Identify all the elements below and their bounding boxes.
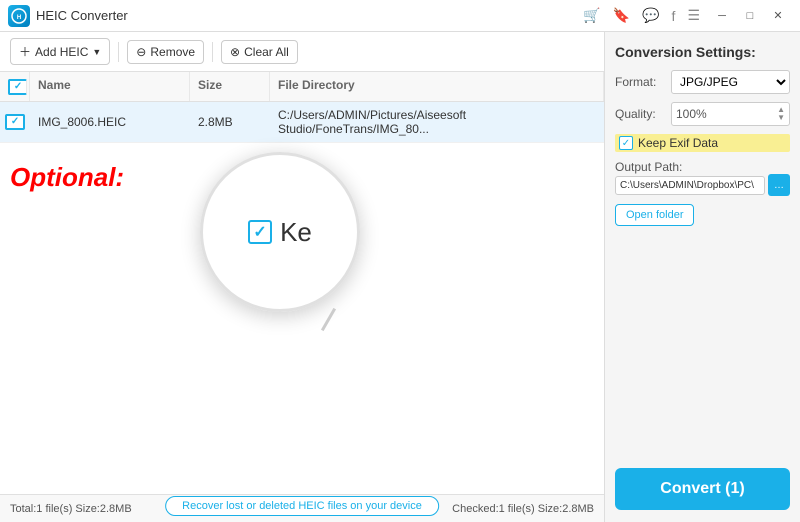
clear-label: Clear All	[244, 45, 289, 59]
toolbar-separator-2	[212, 42, 213, 62]
quality-input: 100% ▲ ▼	[671, 102, 790, 126]
menu-icon[interactable]: ☰	[687, 7, 700, 24]
close-button[interactable]: ✕	[764, 5, 792, 27]
dropdown-arrow-icon: ▼	[92, 47, 101, 57]
quality-row: Quality: 100% ▲ ▼	[615, 102, 790, 126]
clear-all-button[interactable]: ⊗ Clear All	[221, 40, 298, 64]
header-name: Name	[30, 72, 190, 101]
chat-icon[interactable]: 💬	[642, 7, 659, 24]
header-size: Size	[190, 72, 270, 101]
quality-value: 100%	[676, 107, 707, 121]
app-title: HEIC Converter	[36, 8, 583, 23]
magnified-text: Ke	[280, 217, 312, 248]
settings-title: Conversion Settings:	[615, 44, 790, 60]
output-path-section: Output Path: C:\Users\ADMIN\Dropbox\PC\ …	[615, 160, 790, 196]
bottom-bar: Total:1 file(s) Size:2.8MB Checked:1 fil…	[0, 494, 604, 522]
clear-icon: ⊗	[230, 45, 240, 59]
format-select[interactable]: JPG/JPEG PNG GIF BMP TIFF	[671, 70, 790, 94]
minimize-button[interactable]: ─	[708, 5, 736, 27]
format-row: Format: JPG/JPEG PNG GIF BMP TIFF	[615, 70, 790, 94]
remove-button[interactable]: ⊖ Remove	[127, 40, 204, 64]
browse-button[interactable]: …	[768, 174, 790, 196]
app-body: ＋ Add HEIC ▼ ⊖ Remove ⊗ Clear All Name	[0, 32, 800, 522]
table-row[interactable]: IMG_8006.HEIC 2.8MB C:/Users/ADMIN/Pictu…	[0, 102, 604, 143]
checked-status: Checked:1 file(s) Size:2.8MB	[452, 503, 594, 515]
recover-button[interactable]: Recover lost or deleted HEIC files on yo…	[165, 496, 439, 516]
header-directory: File Directory	[270, 72, 604, 101]
left-panel: ＋ Add HEIC ▼ ⊖ Remove ⊗ Clear All Name	[0, 32, 605, 522]
magnifier-area: ✓ Ke	[180, 152, 380, 312]
maximize-button[interactable]: □	[736, 5, 764, 27]
add-heic-label: Add HEIC	[35, 45, 88, 59]
magnified-checkbox: ✓	[248, 220, 272, 244]
add-heic-button[interactable]: ＋ Add HEIC ▼	[10, 38, 110, 65]
toolbar: ＋ Add HEIC ▼ ⊖ Remove ⊗ Clear All	[0, 32, 604, 72]
quality-spinner: ▲ ▼	[777, 106, 785, 122]
magnifier-stem	[321, 308, 336, 331]
keep-exif-label: Keep Exif Data	[638, 136, 718, 150]
cart-icon[interactable]: 🛒	[583, 7, 600, 24]
minus-icon: ⊖	[136, 45, 146, 59]
quality-label: Quality:	[615, 107, 665, 121]
format-label: Format:	[615, 75, 665, 89]
row-name: IMG_8006.HEIC	[30, 109, 190, 135]
remove-label: Remove	[150, 45, 195, 59]
magnified-check-icon: ✓	[253, 222, 266, 242]
keep-exif-check-icon: ✓	[622, 138, 630, 149]
svg-text:H: H	[17, 15, 21, 21]
output-path-label: Output Path:	[615, 160, 790, 174]
magnifier-content: ✓ Ke	[248, 217, 312, 248]
table-header: Name Size File Directory	[0, 72, 604, 102]
header-checkbox[interactable]	[8, 79, 27, 95]
row-directory: C:/Users/ADMIN/Pictures/Aiseesoft Studio…	[270, 102, 604, 142]
right-panel: Conversion Settings: Format: JPG/JPEG PN…	[605, 32, 800, 522]
optional-label: Optional:	[10, 162, 124, 193]
titlebar: H HEIC Converter 🛒 🔖 💬 f ☰ ─ □ ✕	[0, 0, 800, 32]
header-checkbox-col	[0, 72, 30, 101]
window-controls: ─ □ ✕	[708, 5, 792, 27]
bookmark-icon[interactable]: 🔖	[613, 7, 630, 24]
titlebar-actions: 🛒 🔖 💬 f ☰	[583, 7, 700, 24]
keep-exif-checkbox[interactable]: ✓	[619, 136, 633, 150]
app-logo: H	[8, 5, 30, 27]
convert-button[interactable]: Convert (1)	[615, 468, 790, 510]
magnifier-circle: ✓ Ke	[200, 152, 360, 312]
row-checkbox[interactable]	[5, 114, 25, 130]
quality-decrement[interactable]: ▼	[777, 114, 785, 122]
plus-icon: ＋	[19, 43, 31, 60]
output-path-value: C:\Users\ADMIN\Dropbox\PC\	[615, 176, 765, 195]
toolbar-separator	[118, 42, 119, 62]
keep-exif-row[interactable]: ✓ Keep Exif Data	[615, 134, 790, 152]
row-size: 2.8MB	[190, 109, 270, 135]
facebook-icon[interactable]: f	[672, 8, 676, 24]
file-table: Name Size File Directory IMG_8006.HEIC 2…	[0, 72, 604, 494]
total-status: Total:1 file(s) Size:2.8MB	[10, 503, 132, 515]
output-path-row: C:\Users\ADMIN\Dropbox\PC\ …	[615, 174, 790, 196]
row-checkbox-cell	[0, 108, 30, 136]
open-folder-button[interactable]: Open folder	[615, 204, 694, 226]
